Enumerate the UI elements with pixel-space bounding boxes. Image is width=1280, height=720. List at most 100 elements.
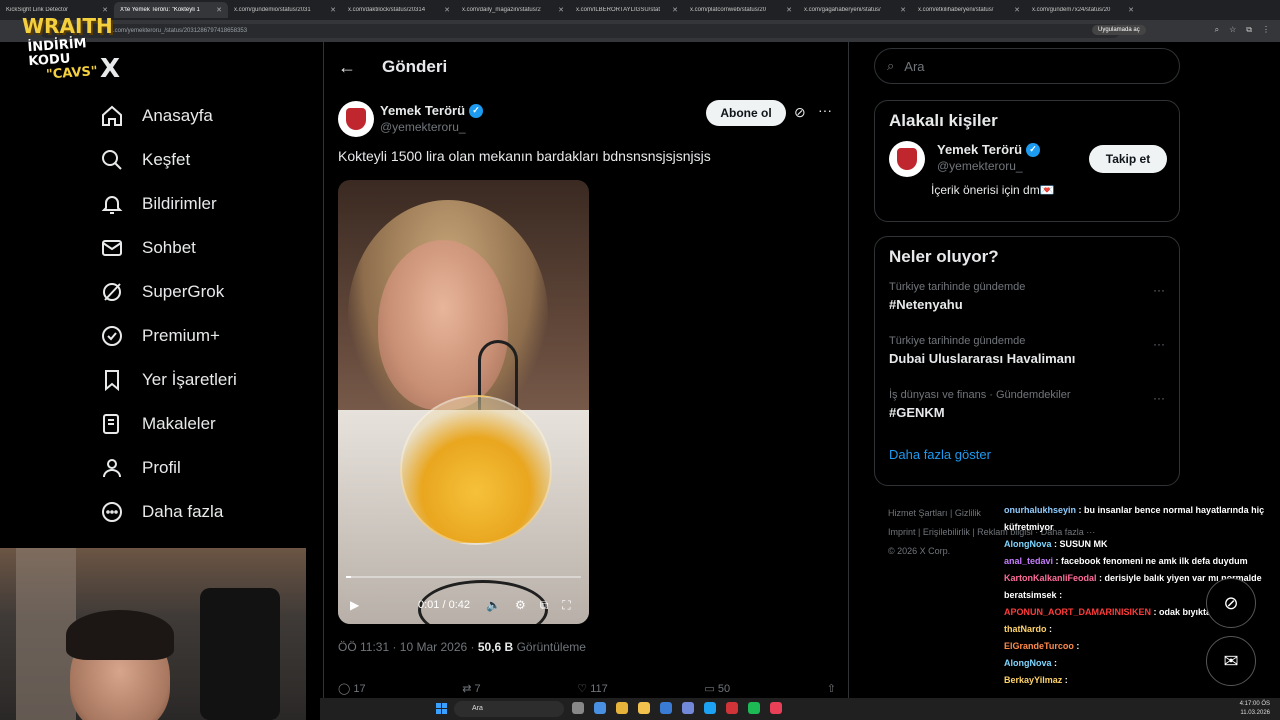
author-display-name[interactable]: Yemek Terörü ✓ (380, 102, 484, 119)
close-icon[interactable]: ✕ (786, 6, 792, 14)
discord-icon[interactable] (682, 702, 694, 714)
video-player[interactable]: ▶ 0:01 / 0:42 🔈 ⚙ ⧉ ⛶ (338, 180, 589, 624)
close-icon[interactable]: ✕ (672, 6, 678, 14)
pip-icon[interactable]: ⧉ (540, 598, 549, 613)
close-icon[interactable]: ✕ (1014, 6, 1020, 14)
more-options-icon[interactable]: ··· (1153, 283, 1165, 297)
browser-tab[interactable]: x.com/ILBERORTAYLIGSU/stat ✕ (570, 2, 684, 18)
follow-button[interactable]: Takip et (1089, 145, 1167, 173)
chat-username[interactable]: anal_tedavi (1004, 556, 1053, 566)
settings-icon[interactable]: ⚙ (515, 598, 526, 613)
messages-fab-icon[interactable]: ✉ (1206, 636, 1256, 686)
sidebar-item-6[interactable]: Yer İşaretleri (96, 358, 316, 402)
trend-item[interactable]: İş dünyası ve finans · Gündemdekiler #GEN… (875, 385, 1179, 439)
more-options-icon[interactable]: ··· (1153, 337, 1165, 351)
grok-fab-icon[interactable]: ⊘ (1206, 578, 1256, 628)
related-display-name[interactable]: Yemek Terörü ✓ (937, 141, 1041, 158)
bookmark-button[interactable]: ▭ 50 (704, 682, 730, 695)
browser-tab[interactable]: x.com/gundemio/status/2031 ✕ (228, 2, 342, 18)
close-icon[interactable]: ✕ (558, 6, 564, 14)
reply-button[interactable]: ◯ 17 (338, 682, 366, 695)
browser-tab[interactable]: x.com/gundem7x24/status/20 ✕ (1026, 2, 1140, 18)
sidebar-item-5[interactable]: Premium+ (96, 314, 316, 358)
subscribe-button[interactable]: Abone ol (706, 100, 786, 126)
post-timestamp[interactable]: ÖÖ 11:31 · 10 Mar 2026 (338, 640, 467, 654)
sidebar-item-4[interactable]: SuperGrok (96, 270, 316, 314)
close-icon[interactable]: ✕ (102, 6, 108, 14)
trend-item[interactable]: Türkiye tarihinde gündemde Dubai Uluslara… (875, 331, 1179, 385)
menu-icon[interactable]: ⋮ (1262, 25, 1270, 35)
browser-tab[interactable]: X'te Yemek Terörü: "Kokteyli 1 ✕ (114, 2, 228, 18)
star-icon[interactable]: ☆ (1229, 25, 1236, 35)
browser-tab[interactable]: x.com/platcornweb/status/20 ✕ (684, 2, 798, 18)
grok-icon[interactable]: ⊘ (794, 104, 806, 121)
play-icon[interactable]: ▶ (350, 598, 359, 612)
video-time: 0:01 / 0:42 (418, 599, 470, 611)
trend-item[interactable]: Türkiye tarihinde gündemde #Netenyahu ··· (875, 277, 1179, 331)
chat-username[interactable]: AlongNova (1004, 658, 1052, 668)
browser-tab[interactable]: x.com/gagahaberyeni/status/ ✕ (798, 2, 912, 18)
copilot-icon[interactable] (594, 702, 606, 714)
chat-username[interactable]: onurhalukhseyin (1004, 505, 1076, 515)
app-icon[interactable] (726, 702, 738, 714)
x-logo[interactable]: X (100, 54, 120, 84)
trend-name: #GENKM (889, 405, 945, 420)
more-options-icon[interactable]: ··· (1153, 391, 1165, 405)
fullscreen-icon[interactable]: ⛶ (562, 598, 570, 613)
chat-username[interactable]: thatNardo (1004, 624, 1047, 634)
volume-icon[interactable]: 🔈 (486, 598, 501, 613)
close-icon[interactable]: ✕ (216, 6, 222, 14)
close-icon[interactable]: ✕ (900, 6, 906, 14)
windows-start-icon[interactable] (436, 703, 447, 714)
close-icon[interactable]: ✕ (1128, 6, 1134, 14)
close-icon[interactable]: ✕ (444, 6, 450, 14)
chat-username[interactable]: KartonKalkanliFeodal (1004, 573, 1097, 583)
sidebar-item-8[interactable]: Profil (96, 446, 316, 490)
store-icon[interactable] (660, 702, 672, 714)
related-handle[interactable]: @yemekteroru_ (937, 158, 1040, 175)
chat-message: anal_tedavi : facebook fenomeni ne amk i… (1004, 553, 1280, 570)
spotify-icon[interactable] (748, 702, 760, 714)
like-button[interactable]: ♡ 117 (577, 682, 607, 695)
taskbar-clock[interactable]: 4:17:00 ÖS 11.03.2026 (1240, 700, 1270, 718)
chat-username[interactable]: BerkayYilmaz (1004, 675, 1062, 685)
video-progress-bar[interactable] (346, 576, 581, 578)
url-field[interactable]: x.com/yemekteroru_/status/20312867974186… (40, 24, 1120, 38)
view-label: Görüntüleme (516, 640, 586, 654)
taskbar-search[interactable]: Ara (454, 701, 564, 717)
sidebar-item-9[interactable]: Daha fazla (96, 490, 316, 534)
app-icon[interactable] (704, 702, 716, 714)
chat-username[interactable]: AlongNova (1004, 539, 1052, 549)
chrome-icon[interactable] (616, 702, 628, 714)
sidebar-item-1[interactable]: Keşfet (96, 138, 316, 182)
sidebar-item-7[interactable]: Makaleler (96, 402, 316, 446)
app-icon[interactable] (770, 702, 782, 714)
avatar[interactable] (889, 141, 925, 177)
zoom-icon[interactable]: ⌕ (1215, 25, 1219, 35)
bookmark-icon (105, 370, 119, 392)
more-options-icon[interactable]: ··· (818, 102, 832, 118)
browser-tab[interactable]: x.com/daktilock/status/20314 ✕ (342, 2, 456, 18)
close-icon[interactable]: ✕ (330, 6, 336, 14)
chat-username[interactable]: ElGrandeTurcoo (1004, 641, 1074, 651)
folder-icon[interactable] (638, 702, 650, 714)
open-in-app-button[interactable]: Uygulamada aç (1092, 25, 1146, 35)
browser-tab[interactable]: x.com/daily_magazin/status/2 ✕ (456, 2, 570, 18)
chat-username[interactable]: APONUN_AORT_DAMARINISIKEN (1004, 607, 1151, 617)
browser-tab[interactable]: x.com/etkilihaberyeni/status/ ✕ (912, 2, 1026, 18)
author-handle[interactable]: @yemekteroru_ (380, 119, 483, 136)
sidebar-item-0[interactable]: Anasayfa (96, 94, 316, 138)
search-input[interactable]: ⌕ Ara (874, 48, 1180, 84)
avatar[interactable] (338, 101, 374, 137)
extensions-icon[interactable]: ⧉ (1246, 25, 1252, 35)
related-person[interactable]: Yemek Terörü ✓ @yemekteroru_ İçerik öneri… (875, 141, 1179, 211)
browser-tab-label: KickSight Link Detector (6, 7, 69, 13)
chat-username[interactable]: beratsimsek (1004, 590, 1057, 600)
show-more-link[interactable]: Daha fazla göster (875, 439, 1179, 476)
sidebar-item-2[interactable]: Bildirimler (96, 182, 316, 226)
back-arrow-icon[interactable]: ← (338, 57, 356, 78)
share-icon[interactable]: ⇧ (827, 682, 836, 695)
taskview-icon[interactable] (572, 702, 584, 714)
sidebar-item-3[interactable]: Sohbet (96, 226, 316, 270)
repost-button[interactable]: ⇄ 7 (462, 682, 480, 695)
